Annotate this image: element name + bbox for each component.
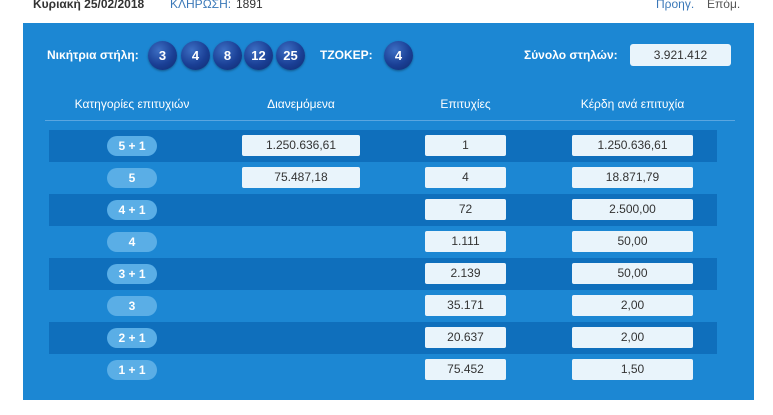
category-badge: 4 <box>107 232 157 252</box>
total-columns-label: Σύνολο στηλών: <box>524 48 618 62</box>
prize-cell: 2,00 <box>572 327 693 348</box>
table-row: 2 + 1 20.637 2,00 <box>49 322 717 354</box>
prize-cell: 50,00 <box>572 231 693 252</box>
category-badge: 5 <box>107 168 157 188</box>
prize-cell: 2,00 <box>572 295 693 316</box>
table-row: 3 + 1 2.139 50,00 <box>49 258 717 290</box>
prize-cell: 18.871,79 <box>572 167 693 188</box>
category-badge: 2 + 1 <box>107 328 157 348</box>
joker-ball: 4 <box>384 41 413 70</box>
table-row: 4 1.111 50,00 <box>49 226 717 258</box>
winners-cell: 1 <box>425 135 506 156</box>
prize-cell: 50,00 <box>572 263 693 284</box>
table-header: Κατηγορίες επιτυχιών Διανεμόμενα Επιτυχί… <box>23 97 754 117</box>
table-row: 5 + 1 1.250.636,61 1 1.250.636,61 <box>49 130 717 162</box>
previous-draw-link[interactable]: Προηγ. <box>656 0 694 11</box>
next-draw-link[interactable]: Επόμ. <box>707 0 740 11</box>
winners-cell: 4 <box>425 167 506 188</box>
joker-label: ΤΖΟΚΕΡ: <box>320 48 373 62</box>
table-row: 3 35.171 2,00 <box>49 290 717 322</box>
winning-number-ball: 3 <box>148 41 177 70</box>
category-badge: 1 + 1 <box>107 360 157 380</box>
category-badge: 3 + 1 <box>107 264 157 284</box>
category-badge: 4 + 1 <box>107 200 157 220</box>
distributed-cell: 75.487,18 <box>242 167 360 188</box>
header-distributed: Διανεμόμενα <box>267 97 335 111</box>
table-row: 5 75.487,18 4 18.871,79 <box>49 162 717 194</box>
table-row: 1 + 1 75.452 1,50 <box>49 354 717 386</box>
draw-info-bar: Κυριακή 25/02/2018 ΚΛΗΡΩΣΗ: 1891 Προηγ. … <box>0 0 773 14</box>
prize-cell: 1.250.636,61 <box>572 135 693 156</box>
winners-cell: 75.452 <box>425 359 506 380</box>
draw-number: 1891 <box>236 0 263 11</box>
distributed-cell: 1.250.636,61 <box>242 135 360 156</box>
winning-column-label: Νικήτρια στήλη: <box>47 48 139 62</box>
winning-number-ball: 8 <box>213 41 242 70</box>
prize-cell: 2.500,00 <box>572 199 693 220</box>
header-winners: Επιτυχίες <box>440 97 491 111</box>
category-badge: 5 + 1 <box>107 136 157 156</box>
header-categories: Κατηγορίες επιτυχιών <box>74 97 190 111</box>
results-panel: Νικήτρια στήλη: 3 4 8 12 25 ΤΖΟΚΕΡ: 4 Σύ… <box>23 23 754 400</box>
draw-date: Κυριακή 25/02/2018 <box>33 0 145 11</box>
winners-cell: 20.637 <box>425 327 506 348</box>
winners-cell: 2.139 <box>425 263 506 284</box>
table-row: 4 + 1 72 2.500,00 <box>49 194 717 226</box>
winners-cell: 72 <box>425 199 506 220</box>
winners-cell: 35.171 <box>425 295 506 316</box>
total-columns-value: 3.921.412 <box>630 44 731 66</box>
winning-number-ball: 4 <box>181 41 210 70</box>
category-badge: 3 <box>107 296 157 316</box>
winners-cell: 1.111 <box>425 231 506 252</box>
winning-number-ball: 25 <box>276 41 305 70</box>
draw-label: ΚΛΗΡΩΣΗ: <box>170 0 232 11</box>
winning-number-ball: 12 <box>244 41 273 70</box>
header-divider <box>45 120 735 121</box>
header-prize-per-winner: Κέρδη ανά επιτυχία <box>580 97 685 111</box>
prize-cell: 1,50 <box>572 359 693 380</box>
